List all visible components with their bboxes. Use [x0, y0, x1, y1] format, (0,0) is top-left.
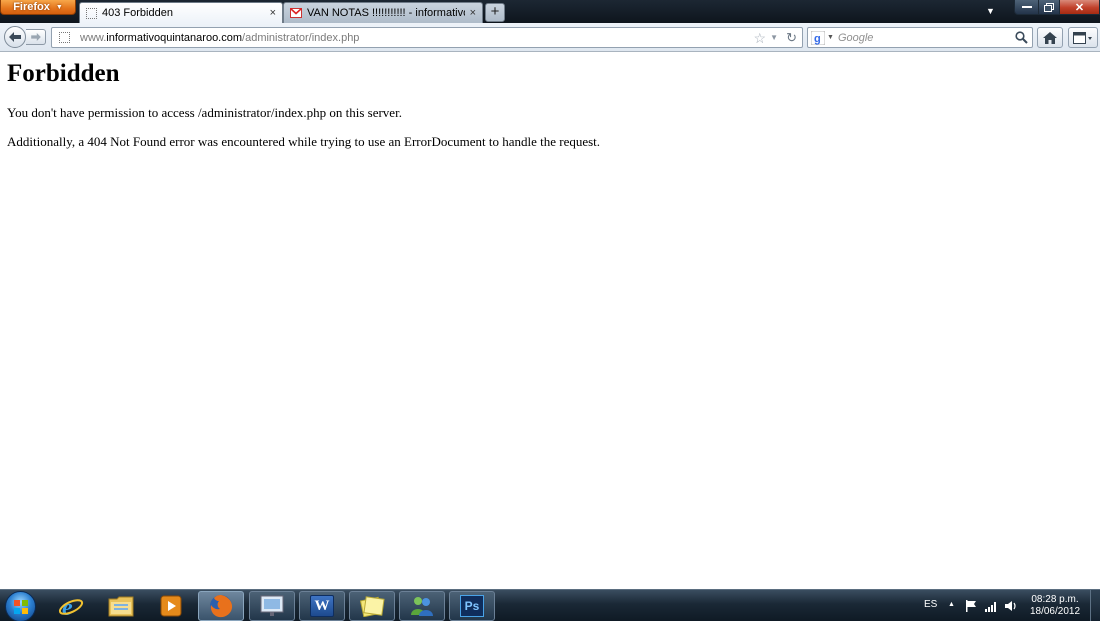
url-text[interactable]: www.informativoquintanaroo.com/administr… [80, 32, 359, 44]
folder-icon [108, 596, 134, 617]
bookmark-star-icon[interactable]: ☆ [753, 30, 766, 47]
windows-explorer-taskbar-item[interactable] [98, 591, 144, 621]
minimize-icon [1021, 6, 1032, 8]
clock-date: 18/06/2012 [1029, 606, 1081, 617]
firefox-taskbar-item[interactable] [198, 591, 244, 621]
network-signal-icon[interactable] [984, 599, 998, 613]
photoshop-icon: Ps [460, 595, 484, 617]
show-desktop-button[interactable] [1090, 590, 1100, 621]
url-domain: informativoquintanaroo.com [106, 31, 243, 44]
search-input[interactable]: Google [838, 32, 1015, 44]
page-content: Forbidden You don't have permission to a… [0, 53, 1100, 589]
arrow-right-icon [30, 33, 41, 41]
start-button[interactable] [5, 591, 36, 621]
minimize-button[interactable] [1014, 0, 1039, 15]
system-clock[interactable]: 08:28 p.m. 18/06/2012 [1026, 594, 1084, 618]
tab-forbidden[interactable]: 403 Forbidden × [79, 2, 283, 23]
arrow-left-icon [9, 32, 21, 42]
url-prefix: www. [80, 31, 107, 44]
tab-label: VAN NOTAS !!!!!!!!!!! - informativoqui..… [307, 7, 465, 19]
restore-icon [1044, 2, 1054, 12]
error-detail: Additionally, a 404 Not Found error was … [7, 134, 601, 149]
action-center-flag-icon[interactable] [964, 599, 978, 613]
reload-icon[interactable]: ↻ [786, 30, 797, 46]
presentation-taskbar-item[interactable] [249, 591, 295, 621]
media-player-taskbar-item[interactable] [148, 591, 194, 621]
tab-label: 403 Forbidden [102, 7, 173, 19]
input-language[interactable]: ES [924, 599, 937, 610]
feed-menu-button[interactable] [1068, 27, 1098, 48]
media-player-icon [160, 595, 182, 617]
taskbar: e W Ps ES ▲ 08:28 p.m. 18/06/2012 [0, 589, 1100, 621]
site-identity-icon[interactable] [59, 32, 70, 43]
word-icon: W [310, 595, 334, 617]
svg-text:e: e [62, 595, 73, 619]
home-icon [1043, 31, 1057, 44]
back-button[interactable] [4, 26, 26, 48]
show-hidden-icons-icon[interactable]: ▲ [948, 601, 955, 608]
address-bar[interactable]: www.informativoquintanaroo.com/administr… [51, 27, 803, 48]
title-bar: Firefox ▼ 403 Forbidden × VAN NOTAS !!!!… [0, 0, 1100, 23]
firefox-menu-label: Firefox [13, 1, 50, 13]
search-bar[interactable]: g ▼ Google [807, 27, 1033, 48]
sticky-notes-icon [359, 596, 385, 617]
home-button[interactable] [1037, 27, 1063, 48]
url-path: /administrator/index.php [242, 31, 360, 44]
list-all-tabs-icon[interactable]: ▼ [986, 6, 995, 16]
error-message: You don't have permission to access /adm… [7, 105, 402, 120]
messenger-taskbar-item[interactable] [399, 591, 445, 621]
navigation-toolbar: www.informativoquintanaroo.com/administr… [0, 23, 1100, 52]
firefox-menu-button[interactable]: Firefox ▼ [0, 0, 76, 15]
volume-icon[interactable] [1004, 599, 1018, 613]
photoshop-taskbar-item[interactable]: Ps [449, 591, 495, 621]
svg-text:g: g [814, 33, 821, 45]
close-icon: ✕ [1074, 1, 1085, 14]
forward-button[interactable] [26, 29, 46, 45]
firefox-icon [210, 595, 233, 618]
tab-gmail[interactable]: VAN NOTAS !!!!!!!!!!! - informativoqui..… [283, 2, 483, 23]
close-icon[interactable]: × [270, 7, 276, 19]
new-tab-button[interactable]: + [485, 3, 505, 22]
windows-logo-icon [13, 599, 28, 614]
messenger-icon [411, 597, 433, 616]
close-window-button[interactable]: ✕ [1059, 0, 1100, 15]
word-taskbar-item[interactable]: W [299, 591, 345, 621]
search-icon[interactable] [1015, 31, 1028, 44]
sticky-notes-taskbar-item[interactable] [349, 591, 395, 621]
search-engine-dropdown-icon[interactable]: ▼ [827, 34, 834, 41]
blank-page-icon [86, 7, 97, 19]
window-menu-icon [1073, 31, 1092, 44]
close-icon[interactable]: × [470, 7, 476, 19]
internet-explorer-icon: e [58, 595, 84, 619]
gmail-icon [290, 8, 302, 18]
clock-time: 08:28 p.m. [1031, 594, 1079, 605]
internet-explorer-taskbar-item[interactable]: e [48, 591, 94, 621]
google-icon[interactable]: g [811, 30, 825, 45]
presentation-icon [260, 595, 284, 616]
restore-button[interactable] [1038, 0, 1060, 15]
page-title: Forbidden [7, 60, 120, 87]
chevron-down-icon: ▼ [55, 3, 63, 11]
history-dropdown-icon[interactable]: ▼ [770, 33, 778, 42]
